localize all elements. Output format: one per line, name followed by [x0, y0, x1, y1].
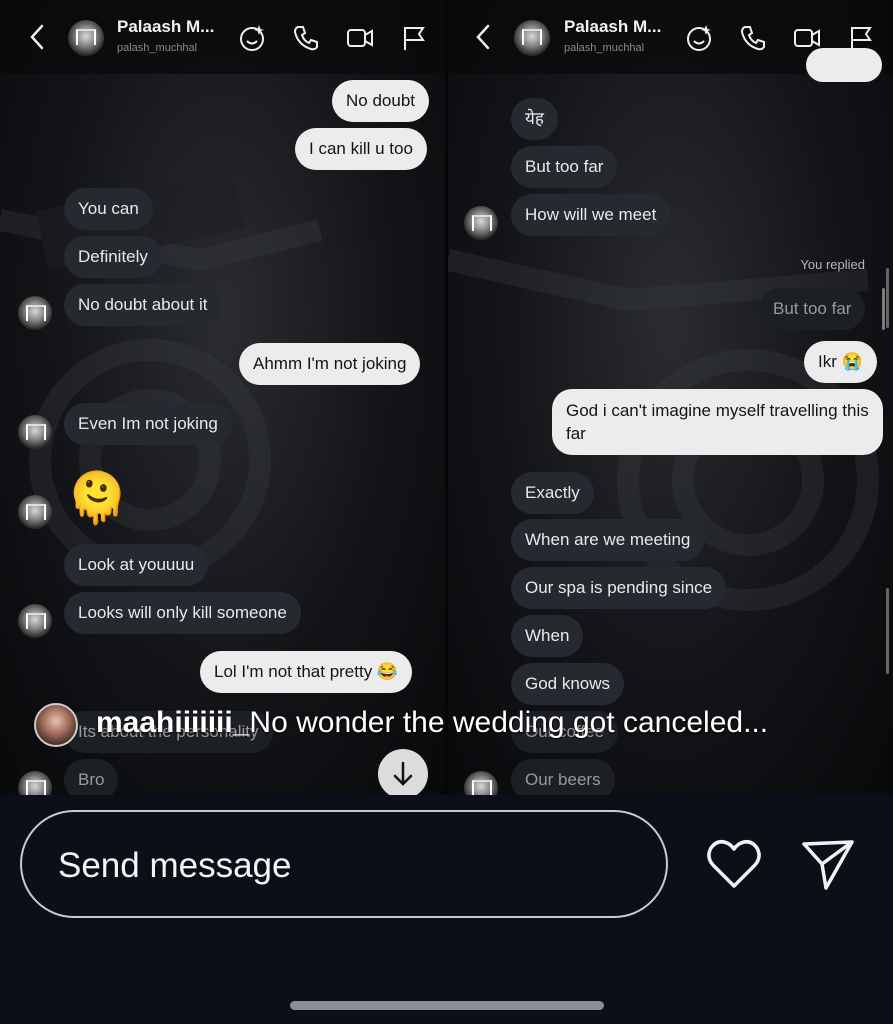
home-indicator: [290, 1001, 604, 1010]
melting-face-emoji[interactable]: 🫠: [66, 468, 128, 528]
message-bubble[interactable]: Even Im not joking: [64, 403, 232, 445]
sender-avatar[interactable]: [18, 296, 52, 330]
scrollbar[interactable]: [886, 588, 889, 674]
message-bubble[interactable]: When: [511, 615, 584, 657]
video-camera-icon[interactable]: [346, 24, 374, 52]
contact-name[interactable]: Palaash M...: [117, 17, 214, 37]
sparkle-face-icon[interactable]: [238, 24, 266, 52]
chevron-left-icon[interactable]: [26, 22, 48, 52]
phone-icon[interactable]: [739, 24, 767, 52]
scroll-down-button[interactable]: [378, 749, 428, 795]
message-bubble[interactable]: When are we meeting: [511, 519, 705, 561]
message-bubble[interactable]: I can kill u too: [295, 128, 427, 170]
sender-avatar[interactable]: [18, 415, 52, 449]
reply-quote-bubble[interactable]: But too far: [759, 288, 866, 330]
you-replied-label: You replied: [800, 257, 865, 272]
comment-username[interactable]: maahiiiiiii_: [96, 706, 249, 739]
message-bubble[interactable]: No doubt about it: [64, 284, 222, 326]
send-message-placeholder: Send message: [58, 846, 292, 885]
message-bubble[interactable]: Lol I'm not that pretty 😂: [200, 651, 413, 693]
comment-text: No wonder the wedding got canceled...: [249, 706, 769, 739]
flag-icon[interactable]: [400, 24, 428, 52]
sender-avatar[interactable]: [18, 495, 52, 529]
avatar[interactable]: [68, 20, 104, 56]
message-bubble[interactable]: Our spa is pending since: [511, 567, 727, 609]
message-bubble[interactable]: Ahmm I'm not joking: [239, 343, 421, 385]
message-bubble[interactable]: You can: [64, 188, 153, 230]
contact-username: palash_muchhal: [117, 42, 198, 54]
heart-icon[interactable]: [705, 836, 763, 892]
story-comment: maahiiiiiii_No wonder the wedding got ca…: [34, 700, 893, 750]
message-bubble[interactable]: God knows: [511, 663, 625, 705]
right-chat-screenshot: Palaash M... palash_muchhal येह But too …: [448, 0, 893, 795]
contact-username: palash_muchhal: [564, 42, 645, 54]
avatar[interactable]: [514, 20, 550, 56]
phone-icon[interactable]: [292, 24, 320, 52]
message-bubble[interactable]: No doubt: [332, 80, 429, 122]
message-bubble[interactable]: Exactly: [511, 472, 594, 514]
chat-header: Palaash M... palash_muchhal: [0, 0, 445, 74]
send-message-input[interactable]: Send message: [20, 810, 668, 918]
message-bubble[interactable]: Our beers: [511, 759, 615, 795]
paper-plane-icon[interactable]: [800, 836, 856, 892]
left-chat-screenshot: Palaash M... palash_muchhal No doubt I c…: [0, 0, 445, 795]
video-camera-icon[interactable]: [793, 24, 821, 52]
scrollbar[interactable]: [886, 268, 889, 328]
message-bubble[interactable]: But too far: [511, 146, 618, 188]
message-bubble[interactable]: Definitely: [64, 236, 162, 278]
sender-avatar[interactable]: [464, 206, 498, 240]
reply-indicator: [882, 288, 885, 330]
commenter-avatar[interactable]: [34, 703, 78, 747]
message-bubble[interactable]: Ikr 😭: [804, 341, 877, 383]
sender-avatar[interactable]: [18, 604, 52, 638]
arrow-down-icon: [393, 761, 413, 786]
sparkle-face-icon[interactable]: [685, 24, 713, 52]
contact-name[interactable]: Palaash M...: [564, 17, 661, 37]
message-bubble-partial[interactable]: [806, 48, 882, 82]
message-bubble[interactable]: God i can't imagine myself travelling th…: [552, 389, 883, 455]
message-bubble[interactable]: Bro: [64, 759, 119, 795]
message-bubble[interactable]: Looks will only kill someone: [64, 592, 301, 634]
message-bubble[interactable]: Look at youuuu: [64, 544, 209, 586]
comment-line: maahiiiiiii_No wonder the wedding got ca…: [96, 706, 768, 740]
chevron-left-icon[interactable]: [472, 22, 494, 52]
message-bubble[interactable]: येह: [511, 98, 558, 140]
message-bubble[interactable]: How will we meet: [511, 194, 671, 236]
